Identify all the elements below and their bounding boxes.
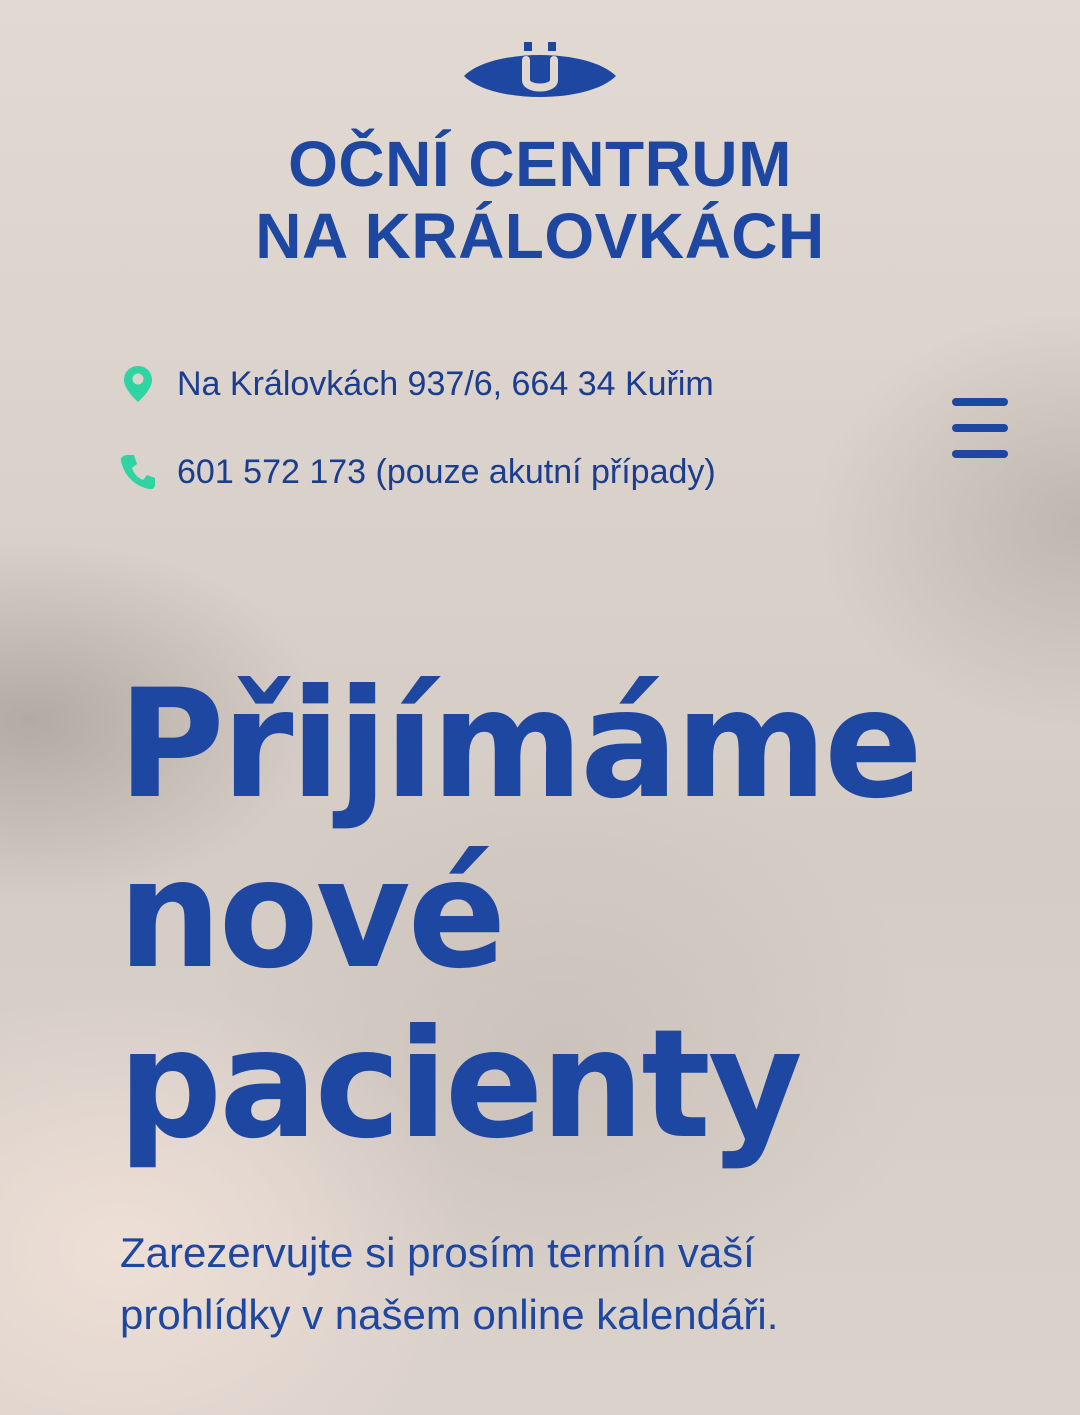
page: OČNÍ CENTRUM NA KRÁLOVKÁCH Na Královkách…: [0, 0, 1080, 1415]
menu-bar: [952, 424, 1008, 432]
map-pin-icon: [120, 364, 156, 404]
brand-line-1: OČNÍ CENTRUM: [288, 128, 792, 200]
phone-text: 601 572 173 (pouze akutní případy): [177, 452, 716, 491]
hero-line-1: Přijímáme: [118, 658, 923, 832]
brand-line-2: NA KRÁLOVKÁCH: [255, 200, 825, 272]
subtitle-line-1: Zarezervujte si prosím termín vaší: [120, 1229, 755, 1276]
hamburger-menu-icon[interactable]: [950, 396, 1010, 464]
phone-row[interactable]: 601 572 173 (pouze akutní případy): [120, 452, 716, 492]
address-row[interactable]: Na Královkách 937/6, 664 34 Kuřim: [120, 364, 714, 404]
hero-line-2: nové: [118, 828, 506, 1002]
address-text: Na Královkách 937/6, 664 34 Kuřim: [177, 364, 714, 403]
hero-heading: Přijímáme nové pacienty: [118, 660, 991, 1170]
eye-logo-icon[interactable]: [462, 42, 618, 110]
hero-line-3: pacienty: [118, 998, 803, 1172]
menu-bar: [952, 450, 1008, 458]
phone-icon: [120, 452, 156, 492]
subtitle-line-2: prohlídky v našem online kalendáři.: [120, 1291, 779, 1338]
menu-bar: [952, 398, 1008, 406]
brand-title[interactable]: OČNÍ CENTRUM NA KRÁLOVKÁCH: [0, 128, 1080, 272]
hero-subtitle: Zarezervujte si prosím termín vaší prohl…: [120, 1222, 1000, 1346]
